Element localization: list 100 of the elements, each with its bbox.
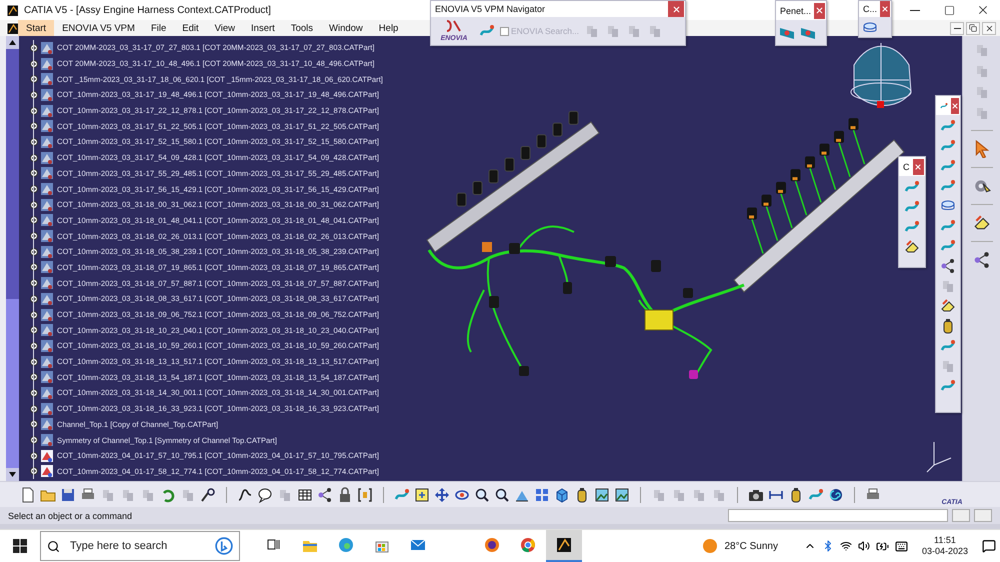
expand-icon[interactable] (29, 450, 39, 461)
cube-icon[interactable] (554, 486, 570, 502)
expand-icon[interactable] (29, 106, 39, 116)
battery-icon[interactable] (876, 540, 889, 552)
table-icon[interactable] (297, 486, 313, 502)
expand-icon[interactable] (29, 310, 39, 320)
harness-tool-icon[interactable] (940, 258, 956, 274)
menu-item[interactable]: Window (321, 20, 371, 36)
menu-item[interactable]: Edit (174, 20, 207, 36)
expand-icon[interactable] (29, 90, 39, 100)
expand-icon[interactable] (29, 215, 39, 226)
expand-icon[interactable] (29, 74, 39, 84)
part-icon (40, 166, 54, 180)
expand-icon[interactable] (29, 121, 39, 132)
expand-icon[interactable] (29, 435, 39, 446)
expand-icon[interactable] (29, 372, 39, 382)
part-icon (40, 229, 54, 244)
expand-icon[interactable] (29, 325, 39, 336)
lock-icon[interactable] (337, 486, 353, 502)
wire-tool-icon[interactable] (904, 239, 920, 255)
part-icon (40, 354, 54, 369)
harness-tool-icon[interactable] (940, 298, 956, 314)
part-icon (40, 213, 54, 228)
eraser-icon[interactable] (972, 214, 990, 232)
menu-item[interactable]: Help (370, 20, 406, 36)
restore-button[interactable] (966, 22, 980, 34)
status-text: Select an object or a command (8, 510, 132, 520)
bracket-icon[interactable] (357, 486, 373, 502)
volume-icon[interactable] (858, 540, 870, 552)
scroll-up-icon[interactable] (6, 36, 19, 49)
expand-icon[interactable] (29, 42, 39, 53)
minimize-button[interactable] (950, 22, 964, 34)
part-icon (40, 56, 54, 71)
part-icon (40, 464, 54, 478)
clock[interactable]: 11:51 03-04-2023 (922, 535, 968, 557)
expand-icon[interactable] (29, 136, 39, 147)
fit-all-icon[interactable] (414, 486, 430, 502)
expand-icon[interactable] (29, 200, 39, 210)
weather-icon (702, 538, 718, 554)
comment-icon[interactable] (257, 486, 273, 502)
weather-text[interactable]: 28°C Sunny (724, 540, 778, 552)
close-icon (672, 4, 680, 14)
expand-icon[interactable] (29, 356, 39, 367)
close-button[interactable] (982, 22, 996, 34)
save-icon[interactable] (60, 486, 76, 502)
part-icon (40, 150, 54, 165)
close-icon (914, 162, 922, 170)
expand-icon[interactable] (29, 168, 39, 178)
expand-icon[interactable] (29, 231, 39, 242)
expand-icon[interactable] (29, 419, 39, 430)
new-file-icon[interactable] (20, 486, 36, 502)
search-icon (47, 540, 60, 552)
expand-icon[interactable] (29, 340, 39, 351)
expand-icon[interactable] (29, 388, 39, 398)
expand-icon[interactable] (29, 278, 39, 288)
part-icon (40, 88, 54, 102)
maximize-icon (944, 4, 954, 16)
pan-icon[interactable] (434, 486, 450, 502)
expand-icon[interactable] (29, 184, 39, 194)
close-icon (984, 24, 994, 32)
toolbar-title: C... (863, 4, 878, 14)
expand-icon[interactable] (29, 246, 39, 257)
notification-icon[interactable] (982, 539, 996, 553)
network-icon[interactable] (972, 251, 990, 269)
app-icon (555, 536, 573, 554)
part-icon (40, 244, 54, 259)
spiral-icon[interactable] (828, 486, 844, 502)
scrollbar[interactable] (6, 36, 19, 481)
toolbar-icon (940, 102, 948, 110)
zoom-out-icon[interactable] (494, 486, 510, 502)
toolbar-title: ENOVIA V5 VPM Navigator (435, 4, 546, 14)
toolbar-title: C (903, 162, 910, 172)
expand-icon[interactable] (29, 58, 39, 69)
compass-drawing (850, 42, 912, 108)
menu-item[interactable]: Tools (282, 20, 321, 36)
expand-icon[interactable] (29, 262, 39, 272)
part-icon (40, 119, 54, 134)
command-field[interactable] (728, 509, 948, 522)
taskbar-app[interactable] (546, 530, 582, 562)
menu-item[interactable]: Insert (243, 20, 283, 36)
tree-icon[interactable] (317, 486, 333, 502)
keyboard-icon[interactable] (894, 540, 908, 552)
part-icon (40, 308, 54, 322)
menu-item[interactable]: View (206, 20, 244, 36)
expand-icon[interactable] (29, 466, 39, 476)
expand-icon[interactable] (29, 152, 39, 163)
menu-item[interactable]: Start (18, 20, 54, 36)
part-icon (40, 276, 54, 290)
menu-item[interactable]: ENOVIA V5 VPM (54, 20, 143, 36)
multi-view-icon[interactable] (534, 486, 550, 502)
close-icon (976, 3, 990, 17)
restore-icon (969, 24, 977, 32)
zoom-in-icon[interactable] (474, 486, 490, 502)
toolbar-title: Penet... (780, 6, 812, 16)
search-box[interactable]: Type here to search (40, 531, 240, 561)
expand-icon[interactable] (29, 294, 39, 304)
expand-icon[interactable] (29, 404, 39, 414)
part-icon (40, 386, 54, 400)
menu-item[interactable]: File (142, 20, 174, 36)
scroll-down-icon[interactable] (6, 468, 19, 481)
